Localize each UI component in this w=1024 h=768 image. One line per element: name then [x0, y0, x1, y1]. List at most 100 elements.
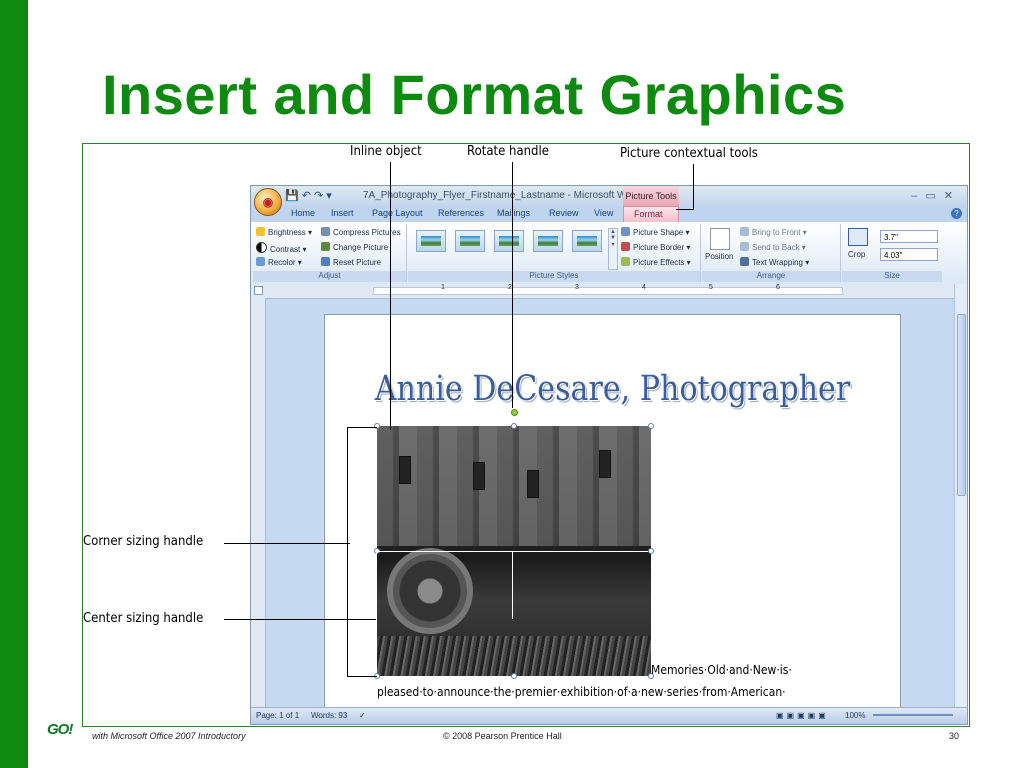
tab-references[interactable]: References	[438, 208, 484, 218]
center-sizing-handle-right[interactable]	[648, 548, 654, 554]
title-bar: 💾 ↶ ↷ ▾ 7A_Photography_Flyer_Firstname_L…	[251, 186, 967, 206]
group-label-picture-styles: Picture Styles	[408, 271, 700, 282]
callout-corner-sizing: Corner sizing handle	[83, 534, 204, 549]
status-bar: Page: 1 of 1 Words: 93 ✓ ▣▣▣▣▣ 100%	[251, 707, 967, 724]
zoom-level[interactable]: 100%	[845, 711, 865, 720]
callout-picture-tools: Picture contextual tools	[620, 146, 758, 161]
picture-border-button[interactable]: Picture Border ▾	[621, 242, 690, 252]
tab-insert[interactable]: Insert	[331, 208, 354, 218]
picture-style-3[interactable]	[494, 230, 524, 252]
group-arrange: Position Bring to Front ▾ Send to Back ▾…	[702, 224, 841, 282]
ribbon: Brightness ▾ Contrast ▾ Recolor ▾ Compre…	[251, 222, 967, 285]
recolor-icon	[256, 257, 265, 266]
compress-pictures-button[interactable]: Compress Pictures	[321, 227, 401, 237]
office-button[interactable]: ◉	[254, 188, 282, 216]
body-text-line-1[interactable]: Memories·Old·and·New·is·	[651, 663, 792, 677]
word-count[interactable]: Words: 93	[311, 711, 347, 720]
callout-rotate-handle: Rotate handle	[467, 144, 549, 159]
slide-title: Insert and Format Graphics	[102, 63, 847, 126]
slide-accent-bar	[0, 0, 28, 768]
callout-line-center-sizing	[224, 619, 376, 620]
position-button[interactable]: Position	[705, 252, 733, 261]
reset-picture-button[interactable]: Reset Picture	[321, 257, 381, 267]
quick-access-toolbar[interactable]: 💾 ↶ ↷ ▾	[285, 189, 332, 202]
text-wrapping-icon	[740, 257, 749, 266]
body-text-line-2[interactable]: pleased·to·announce·the·premier·exhibiti…	[377, 685, 786, 699]
center-sizing-handle-top[interactable]	[511, 423, 517, 429]
tab-page-layout[interactable]: Page Layout	[372, 208, 423, 218]
callout-inline-object: Inline object	[350, 144, 422, 159]
callout-line-inline-object	[390, 162, 391, 430]
scrollbar-thumb[interactable]	[957, 314, 966, 496]
window-controls[interactable]: –▭✕	[911, 189, 961, 202]
change-picture-button[interactable]: Change Picture	[321, 242, 388, 252]
footer-copyright: © 2008 Pearson Prentice Hall	[443, 731, 562, 741]
picture-effects-button[interactable]: Picture Effects ▾	[621, 257, 691, 267]
change-picture-icon	[321, 242, 330, 251]
group-label-size: Size	[842, 271, 942, 282]
flyer-heading[interactable]: Annie DeCesare, Photographer	[365, 369, 860, 409]
brightness-button[interactable]: Brightness ▾	[256, 227, 312, 237]
picture-border-icon	[621, 242, 630, 251]
group-size: Crop 3.7" 4.03" Size	[842, 224, 942, 282]
tab-review[interactable]: Review	[549, 208, 579, 218]
document-title: 7A_Photography_Flyer_Firstname_Lastname …	[363, 190, 641, 201]
bring-to-front-button[interactable]: Bring to Front ▾	[740, 227, 807, 237]
proofing-icon[interactable]: ✓	[359, 711, 366, 720]
compress-icon	[321, 227, 330, 236]
center-sizing-handle-bottom[interactable]	[511, 673, 517, 679]
send-to-back-icon	[740, 242, 749, 251]
tab-view[interactable]: View	[594, 208, 613, 218]
callout-line-picture-tools-horizontal	[676, 209, 694, 210]
horizontal-ruler[interactable]: 1 2 3 4 5 6	[251, 284, 967, 299]
group-label-arrange: Arrange	[702, 271, 840, 282]
picture-style-4[interactable]	[533, 230, 563, 252]
zoom-slider[interactable]	[873, 714, 953, 716]
group-label-adjust: Adjust	[253, 271, 406, 282]
tab-mailings[interactable]: Mailings	[497, 208, 530, 218]
corner-sizing-handle-top-right[interactable]	[648, 423, 654, 429]
picture-style-2[interactable]	[455, 230, 485, 252]
contrast-button[interactable]: Contrast ▾	[256, 242, 306, 254]
picture-effects-icon	[621, 257, 630, 266]
callout-line-picture-tools-vertical	[693, 164, 694, 209]
picture-style-1[interactable]	[416, 230, 446, 252]
vertical-scrollbar[interactable]	[954, 284, 967, 708]
crop-icon	[848, 228, 868, 246]
callout-line-corner-sizing	[224, 543, 350, 544]
width-field[interactable]: 4.03"	[880, 248, 938, 261]
position-icon	[710, 228, 730, 250]
picture-shape-button[interactable]: Picture Shape ▾	[621, 227, 690, 237]
styles-gallery-scroll[interactable]: ▲ ▼ ▾	[608, 228, 618, 270]
tab-selector-icon[interactable]	[254, 286, 263, 295]
group-adjust: Brightness ▾ Contrast ▾ Recolor ▾ Compre…	[253, 224, 407, 282]
ribbon-tabs: Home Insert Page Layout References Maili…	[251, 206, 967, 222]
tab-home[interactable]: Home	[291, 208, 315, 218]
picture-tools-tag: Picture Tools	[623, 186, 679, 206]
go-logo: GO!	[47, 721, 73, 738]
recolor-button[interactable]: Recolor ▾	[256, 257, 302, 267]
crop-button[interactable]: Crop	[848, 250, 865, 259]
rotate-handle[interactable]	[511, 409, 518, 416]
height-field[interactable]: 3.7"	[880, 230, 938, 243]
picture-style-5[interactable]	[572, 230, 602, 252]
bring-to-front-icon	[740, 227, 749, 236]
callout-center-sizing: Center sizing handle	[83, 611, 204, 626]
picture-shape-icon	[621, 227, 630, 236]
group-picture-styles: ▲ ▼ ▾ Picture Shape ▾ Picture Border ▾ Pic…	[408, 224, 701, 282]
view-buttons[interactable]: ▣▣▣▣▣	[776, 711, 829, 720]
contrast-icon	[256, 242, 267, 253]
document-page[interactable]: Annie DeCesare, Photographer Memories·Ol…	[324, 314, 901, 724]
send-to-back-button[interactable]: Send to Back ▾	[740, 242, 806, 252]
callout-bracket-corner-sizing	[347, 427, 377, 677]
footer-series: with Microsoft Office 2007 Introductory	[92, 731, 246, 741]
tab-format[interactable]: Format	[623, 206, 679, 222]
brightness-icon	[256, 227, 265, 236]
help-icon[interactable]: ?	[951, 208, 962, 219]
page-count[interactable]: Page: 1 of 1	[256, 711, 299, 720]
callout-line-rotate-handle	[512, 162, 513, 408]
vertical-ruler[interactable]	[251, 298, 266, 708]
text-wrapping-button[interactable]: Text Wrapping ▾	[740, 257, 809, 267]
reset-picture-icon	[321, 257, 330, 266]
footer-page-number: 30	[949, 731, 960, 741]
